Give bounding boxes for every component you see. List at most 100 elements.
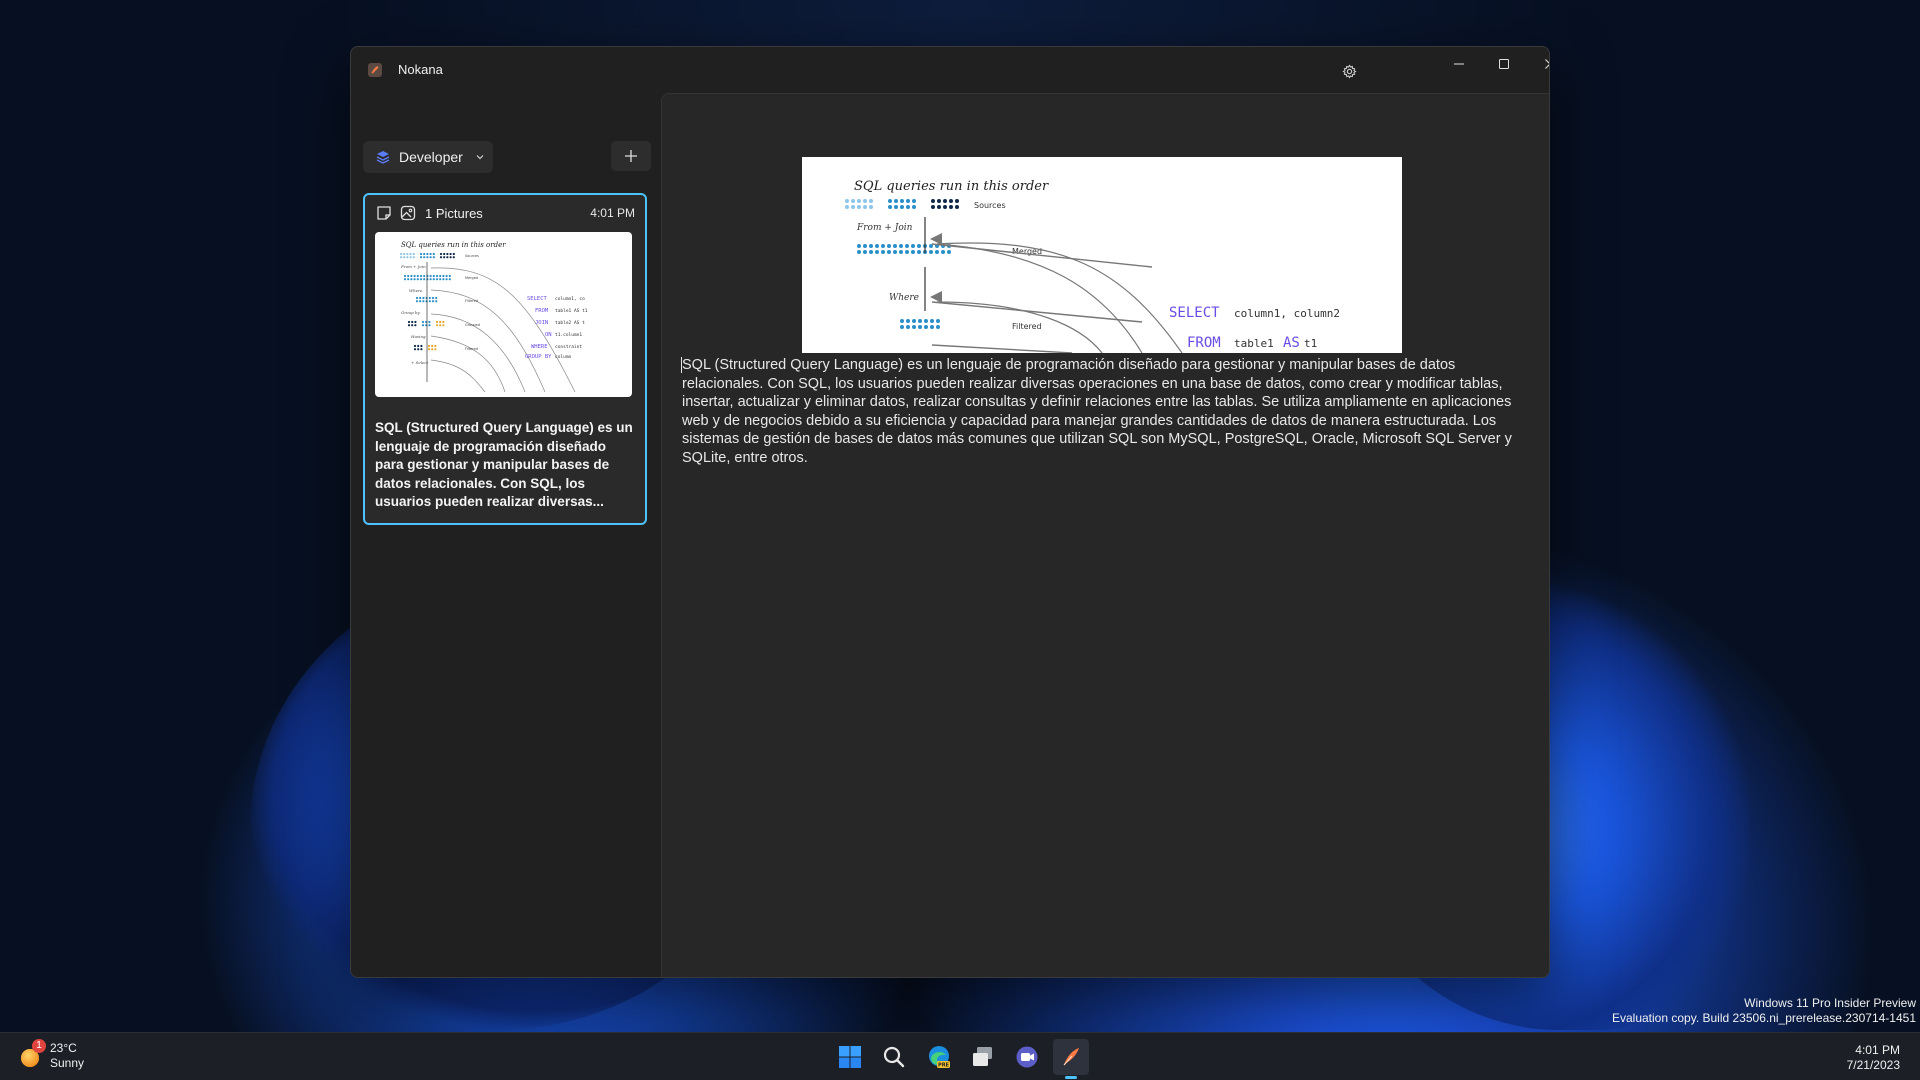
thumb-step: Group by bbox=[401, 310, 420, 315]
thumb-dot bbox=[439, 274, 442, 278]
source-dot bbox=[900, 205, 904, 209]
filtered-dot bbox=[924, 325, 928, 329]
thumb-dot bbox=[439, 320, 442, 324]
nokana-icon bbox=[1063, 1048, 1079, 1066]
teams-button[interactable] bbox=[1009, 1039, 1045, 1075]
merged-dot bbox=[893, 250, 897, 254]
layers-icon bbox=[376, 151, 390, 164]
thumb-sql-keyword: WHERE bbox=[531, 344, 548, 350]
note-body-text[interactable]: SQL (Structured Query Language) es un le… bbox=[682, 356, 1538, 468]
task-view-button[interactable] bbox=[965, 1039, 1001, 1075]
source-dot bbox=[906, 205, 910, 209]
filtered-dot bbox=[924, 319, 928, 323]
merged-dot bbox=[929, 250, 933, 254]
source-dot bbox=[931, 205, 935, 209]
chevron-down-icon bbox=[476, 155, 484, 160]
picture-icon bbox=[400, 205, 416, 221]
active-app-indicator bbox=[1065, 1076, 1077, 1079]
thumb-dot bbox=[411, 320, 414, 324]
thumb-dot bbox=[445, 274, 448, 278]
thumb-dot bbox=[432, 252, 435, 256]
thumb-dot bbox=[421, 324, 425, 327]
minimize-button[interactable] bbox=[1436, 47, 1482, 81]
notebook-selector[interactable]: Developer bbox=[363, 141, 493, 173]
thumb-dot bbox=[409, 256, 412, 259]
thumb-dot bbox=[449, 256, 452, 259]
note-image[interactable]: SQL queries run in this order Sources Fro… bbox=[802, 157, 1402, 353]
thumb-dot bbox=[452, 256, 455, 259]
source-dot bbox=[906, 199, 910, 203]
thumb-dot bbox=[429, 274, 432, 278]
svg-text:PRE: PRE bbox=[938, 1063, 950, 1069]
merged-dot bbox=[917, 244, 921, 248]
thumb-dot bbox=[413, 278, 416, 281]
merged-dot bbox=[899, 250, 903, 254]
merged-dot bbox=[881, 250, 885, 254]
weather-widget[interactable]: 1 23°C Sunny bbox=[18, 1039, 84, 1071]
app-title: Nokana bbox=[398, 62, 443, 77]
thumb-dot bbox=[423, 256, 426, 259]
thumb-dot bbox=[415, 300, 419, 303]
thumb-dot bbox=[419, 274, 423, 278]
sql-keyword: FROM bbox=[1187, 335, 1221, 351]
thumb-dot bbox=[427, 344, 431, 348]
merged-dot bbox=[905, 250, 909, 254]
merged-dot bbox=[947, 250, 951, 254]
merged-dot bbox=[905, 244, 909, 248]
note-editor[interactable]: SQL queries run in this order Sources Fro… bbox=[661, 93, 1549, 977]
thumb-sql-keyword: GROUP BY bbox=[525, 354, 552, 360]
thumb-sql-text: table2 AS t bbox=[555, 320, 585, 326]
note-card[interactable]: 1 Pictures 4:01 PM SQL queries run in th… bbox=[363, 193, 647, 525]
diagram-label: Filtered bbox=[1012, 322, 1042, 331]
edge-button[interactable]: PRE bbox=[921, 1039, 957, 1075]
thumb-dot bbox=[423, 252, 426, 256]
thumb-sql-keyword: JOIN bbox=[535, 320, 548, 326]
close-button[interactable] bbox=[1527, 47, 1549, 81]
thumb-dot bbox=[435, 320, 439, 324]
thumb-sql-text: t1.column1 bbox=[555, 332, 582, 338]
merged-dot bbox=[911, 250, 915, 254]
thumb-dot bbox=[432, 274, 435, 278]
source-dot bbox=[894, 199, 898, 203]
source-dot bbox=[845, 205, 849, 209]
thumb-dot bbox=[413, 274, 416, 278]
nokana-taskbar-button[interactable] bbox=[1053, 1039, 1089, 1075]
thumb-dot bbox=[407, 278, 410, 281]
minimize-icon bbox=[1454, 63, 1464, 65]
thumb-dot bbox=[407, 324, 411, 327]
merged-dot bbox=[899, 244, 903, 248]
title-bar[interactable]: Nokana bbox=[351, 47, 1549, 93]
thumb-dot bbox=[426, 274, 429, 278]
source-dot bbox=[857, 205, 861, 209]
search-button[interactable] bbox=[876, 1039, 912, 1075]
edge-icon: PRE bbox=[929, 1046, 950, 1069]
thumb-dot bbox=[428, 324, 431, 327]
start-button[interactable] bbox=[832, 1039, 868, 1075]
system-clock[interactable]: 4:01 PM 7/21/2023 bbox=[1847, 1043, 1900, 1073]
settings-button[interactable] bbox=[1335, 59, 1363, 83]
thumb-dot bbox=[446, 256, 449, 259]
thumb-dot bbox=[415, 296, 419, 300]
thumb-dot bbox=[416, 274, 419, 278]
thumb-dot bbox=[423, 278, 426, 281]
weather-badge: 1 bbox=[32, 1039, 46, 1053]
task-view-icon bbox=[973, 1047, 992, 1066]
thumb-sql-keyword: ON bbox=[545, 332, 552, 338]
source-dot bbox=[863, 199, 867, 203]
merged-dot bbox=[875, 250, 879, 254]
thumb-dot bbox=[431, 296, 435, 300]
note-timestamp: 4:01 PM bbox=[590, 206, 635, 220]
filtered-dot bbox=[930, 319, 934, 323]
maximize-button[interactable] bbox=[1481, 47, 1527, 81]
source-dot bbox=[949, 199, 953, 203]
thumb-dot bbox=[431, 348, 434, 351]
source-dot bbox=[845, 199, 849, 203]
thumb-dot bbox=[426, 256, 429, 259]
thumb-dot bbox=[425, 296, 428, 300]
weather-temperature: 23°C bbox=[50, 1041, 77, 1055]
thumb-sql-text: table1 AS t1 bbox=[555, 308, 588, 314]
thumb-dot bbox=[403, 256, 406, 259]
source-dot bbox=[943, 205, 947, 209]
add-note-button[interactable] bbox=[611, 141, 651, 171]
merged-dot bbox=[857, 250, 861, 254]
